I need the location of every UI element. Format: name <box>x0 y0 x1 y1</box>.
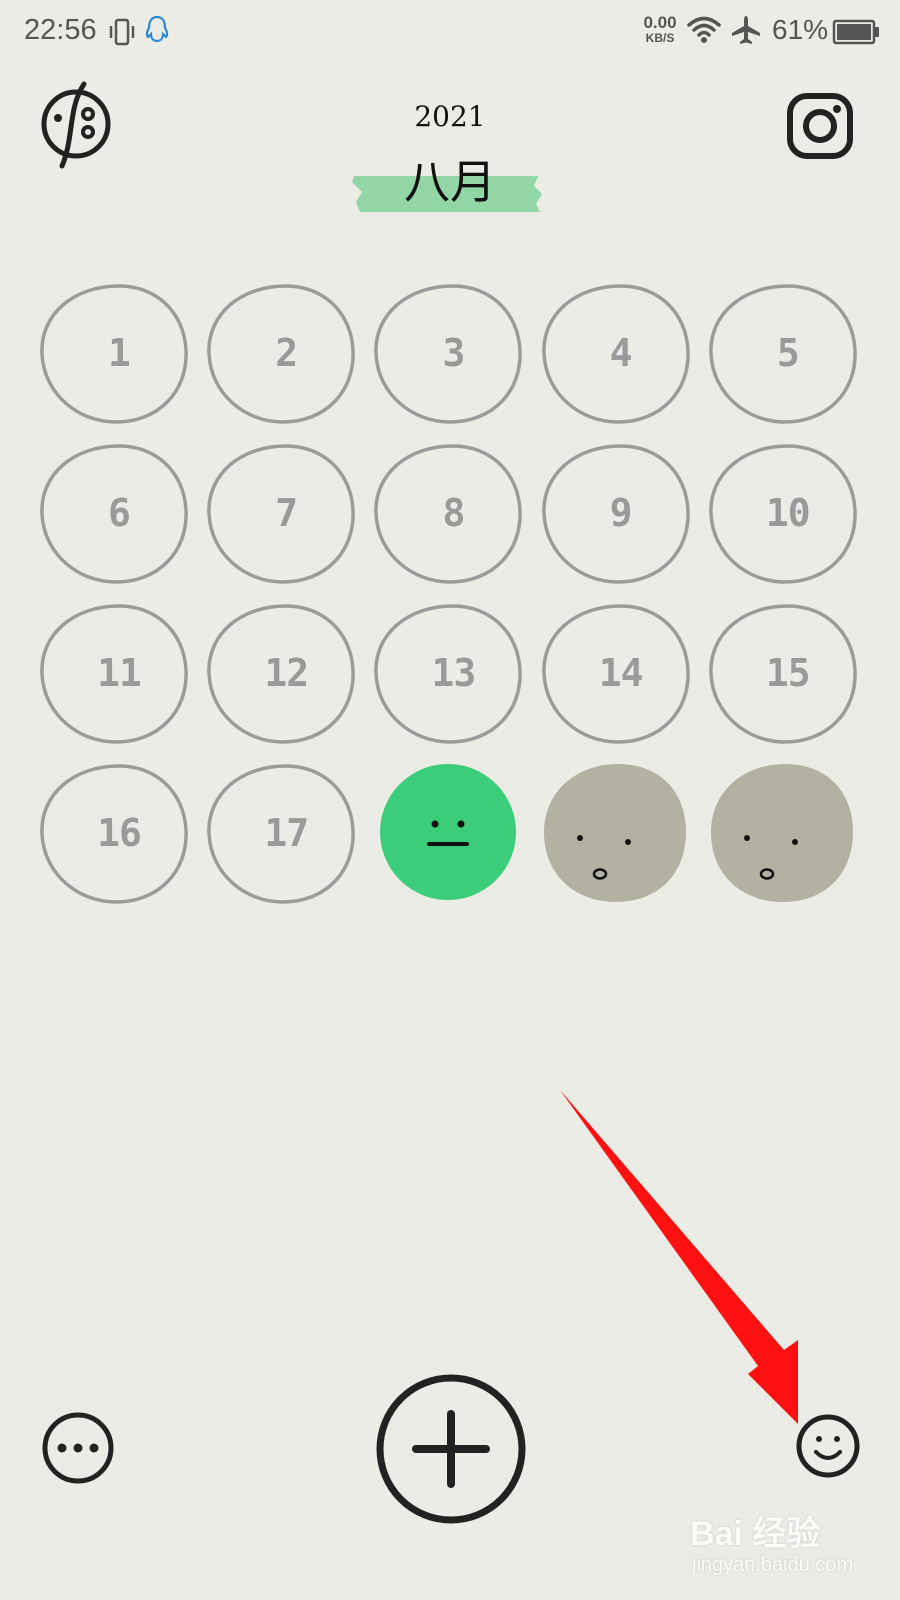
calendar-day[interactable]: 14 <box>536 602 703 762</box>
calendar-day[interactable]: 2 <box>201 282 368 442</box>
mood-surprised-face[interactable] <box>703 762 870 922</box>
wifi-icon <box>686 14 722 50</box>
day-number: 16 <box>97 811 142 855</box>
calendar-day[interactable]: 7 <box>201 442 368 602</box>
calendar-year: 2021 <box>414 100 486 133</box>
day-number: 6 <box>108 491 131 535</box>
calendar-day[interactable]: 1 <box>34 282 201 442</box>
day-number: 4 <box>609 331 633 375</box>
day-number: 12 <box>264 651 309 695</box>
calendar-row: 6 7 8 9 10 <box>34 442 870 602</box>
calendar-day[interactable]: 6 <box>34 442 201 602</box>
day-number: 15 <box>765 651 811 695</box>
surprised-face-icon <box>710 764 853 902</box>
baidu-watermark: Bai 经验 jingyan.baidu.com <box>690 1506 860 1592</box>
watermark-main: Bai 经验 <box>690 1515 821 1553</box>
airplane-icon <box>730 14 762 50</box>
day-number: 10 <box>765 491 811 535</box>
calendar-grid: 1 2 3 4 5 6 7 8 9 10 11 12 13 14 15 16 17 <box>34 282 870 922</box>
day-number: 5 <box>776 331 800 375</box>
day-number: 11 <box>97 651 142 695</box>
calendar-day[interactable]: 3 <box>368 282 535 442</box>
calendar-day[interactable]: 10 <box>703 442 870 602</box>
mood-surprised-face[interactable] <box>536 762 703 922</box>
net-speed-unit: KB/S <box>645 31 675 45</box>
vibrate-icon <box>108 16 136 52</box>
calendar-day[interactable]: 15 <box>703 602 870 762</box>
instagram-icon[interactable] <box>786 92 854 160</box>
day-number: 8 <box>442 491 465 535</box>
calendar-day[interactable]: 4 <box>536 282 703 442</box>
calendar-month[interactable]: 八月 <box>0 146 900 212</box>
calendar-day[interactable]: 9 <box>536 442 703 602</box>
battery-icon <box>832 18 880 50</box>
calendar-row: 11 12 13 14 15 <box>34 602 870 762</box>
watermark-sub: jingyan.baidu.com <box>692 1554 854 1576</box>
calendar-day[interactable]: 5 <box>703 282 870 442</box>
calendar-row: 16 17 <box>34 762 870 922</box>
day-number: 14 <box>598 651 644 695</box>
day-number: 13 <box>431 651 477 695</box>
mood-neutral-face[interactable] <box>368 762 535 922</box>
net-speed-value: 0.00 <box>643 13 677 32</box>
qq-icon <box>144 14 170 50</box>
more-dots-icon[interactable] <box>40 1410 116 1490</box>
day-number: 7 <box>275 491 298 535</box>
day-number: 3 <box>442 331 465 375</box>
net-speed: 0.00 KB/S <box>636 14 684 44</box>
calendar-day[interactable]: 8 <box>368 442 535 602</box>
calendar-day[interactable]: 11 <box>34 602 201 762</box>
status-time: 22:56 <box>24 14 97 46</box>
day-number: 17 <box>264 811 309 855</box>
calendar-day[interactable]: 12 <box>201 602 368 762</box>
day-number: 1 <box>108 331 131 375</box>
day-number: 2 <box>275 331 298 375</box>
annotation-arrow <box>552 1090 822 1454</box>
surprised-face-icon <box>543 764 686 902</box>
calendar-day[interactable]: 13 <box>368 602 535 762</box>
status-bar: 22:56 0.00 KB/S 61% <box>0 0 900 64</box>
calendar-day[interactable]: 16 <box>34 762 201 922</box>
neutral-face-icon <box>380 764 517 900</box>
calendar-day[interactable]: 17 <box>201 762 368 922</box>
add-plus-icon[interactable] <box>374 1372 528 1530</box>
calendar-row: 1 2 3 4 5 <box>34 282 870 442</box>
battery-percent: 61% <box>772 14 829 45</box>
day-number: 9 <box>609 491 633 535</box>
